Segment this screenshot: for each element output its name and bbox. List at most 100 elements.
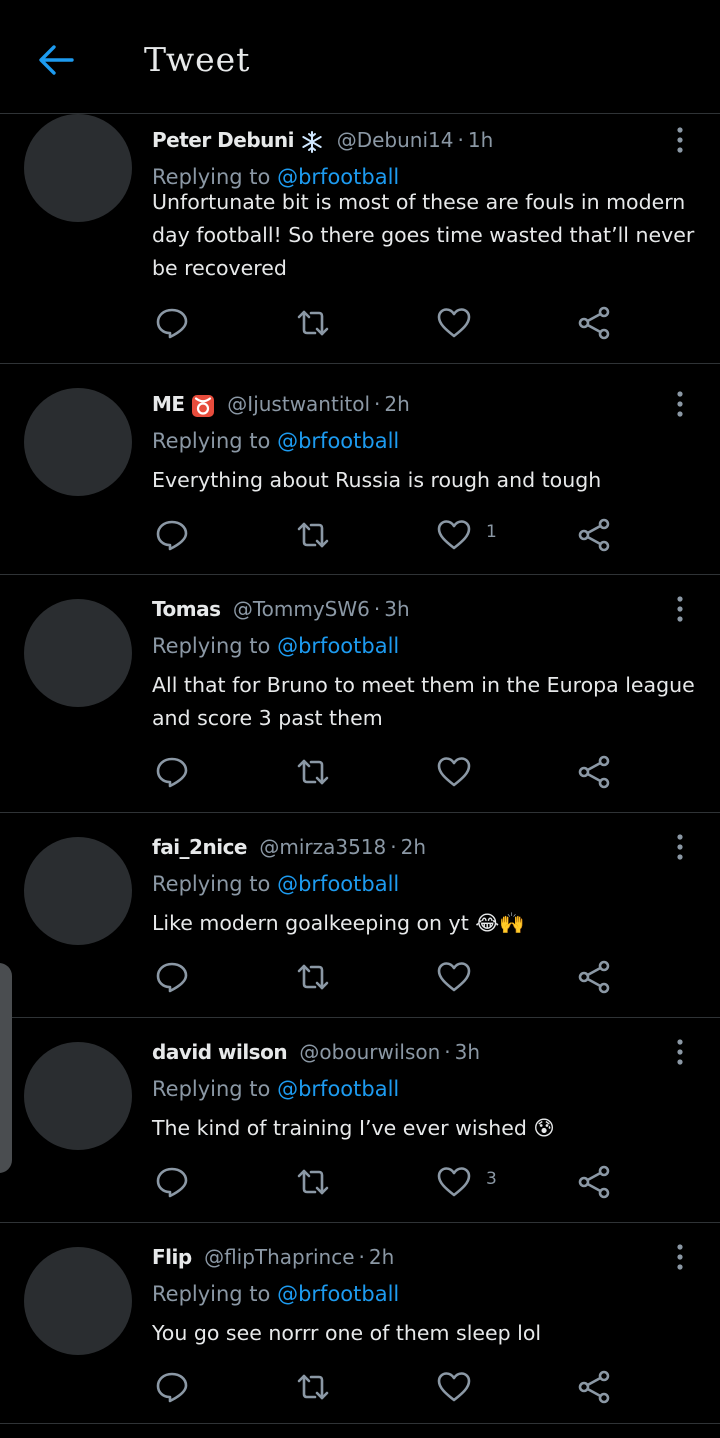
replying-to: Replying to @brfootball (152, 1075, 399, 1103)
tweet-actions: 1 (152, 517, 632, 553)
tweet-row[interactable]: Peter Debuni @Debuni14 · 1h Replying to @b… (0, 114, 720, 364)
tweet-actions (152, 1369, 632, 1405)
retweet-icon (297, 964, 329, 990)
replying-to: Replying to @brfootball (152, 870, 399, 898)
display-name[interactable]: fai_2nice (152, 835, 247, 859)
more-vertical-icon (677, 596, 683, 622)
retweet-button[interactable] (295, 305, 331, 341)
reply-button[interactable] (154, 754, 190, 790)
share-icon (578, 1370, 610, 1404)
mention-link[interactable]: @brfootball (277, 429, 399, 453)
avatar[interactable] (24, 114, 132, 222)
timestamp: 2h (400, 835, 427, 859)
separator-dot: · (457, 128, 464, 152)
like-button[interactable]: 3 (436, 1164, 497, 1200)
avatar[interactable] (24, 388, 132, 496)
share-button[interactable] (577, 959, 613, 995)
more-vertical-icon (677, 1244, 683, 1270)
share-button[interactable] (577, 1369, 613, 1405)
tweet-actions (152, 305, 632, 341)
more-vertical-icon (677, 834, 683, 860)
share-button[interactable] (577, 754, 613, 790)
mention-link[interactable]: @brfootball (277, 634, 399, 658)
avatar[interactable] (24, 599, 132, 707)
arrow-left-icon (39, 45, 74, 75)
heart-icon (437, 1372, 471, 1402)
avatar[interactable] (24, 1042, 132, 1150)
tweet-text: You go see norrr one of them sleep lol (152, 1321, 542, 1345)
tweet-row[interactable]: ME @Ijustwantitol · 2h Replying to @brfoot… (0, 364, 720, 575)
retweet-button[interactable] (295, 517, 331, 553)
share-icon (578, 1165, 610, 1199)
mention-link[interactable]: @brfootball (277, 1282, 399, 1306)
user-handle: @TommySW6 (232, 597, 370, 621)
like-button[interactable]: 1 (436, 517, 497, 553)
like-button[interactable] (436, 959, 472, 995)
like-count: 3 (486, 1169, 497, 1189)
reply-icon (156, 520, 188, 551)
more-options-button[interactable] (670, 594, 690, 624)
user-handle: @Debuni14 (336, 128, 454, 152)
separator-dot: · (358, 1245, 365, 1269)
reply-button[interactable] (154, 959, 190, 995)
tweet-row[interactable]: Flip @flipThaprince · 2h Replying to @brfo… (0, 1223, 720, 1424)
more-options-button[interactable] (670, 1242, 690, 1272)
like-button[interactable] (436, 305, 472, 341)
replying-to-label: Replying to (152, 634, 271, 658)
user-handle: @mirza3518 (259, 835, 387, 859)
more-options-button[interactable] (670, 1037, 690, 1067)
reply-button[interactable] (154, 517, 190, 553)
like-button[interactable] (436, 754, 472, 790)
more-options-button[interactable] (670, 389, 690, 419)
timestamp: 2h (384, 392, 410, 416)
share-button[interactable] (577, 1164, 613, 1200)
more-options-button[interactable] (670, 125, 690, 155)
display-name[interactable]: Tomas (152, 597, 221, 621)
avatar[interactable] (24, 837, 132, 945)
tweet-header: ME @Ijustwantitol · 2h (152, 391, 410, 417)
share-icon (578, 518, 610, 552)
tweet-row[interactable]: fai_2nice @mirza3518 · 2h Replying to @brf… (0, 813, 720, 1018)
reply-icon (156, 1167, 188, 1198)
separator-dot: · (390, 835, 397, 859)
display-name[interactable]: david wilson (152, 1040, 288, 1064)
heart-icon (437, 520, 471, 550)
mention-link[interactable]: @brfootball (277, 872, 399, 896)
more-options-button[interactable] (670, 832, 690, 862)
retweet-button[interactable] (295, 959, 331, 995)
user-handle: @Ijustwantitol (227, 392, 371, 416)
edge-scroll-handle[interactable] (0, 963, 12, 1173)
tweet-header: david wilson @obourwilson · 3h (152, 1039, 480, 1065)
tweet-header: Tomas @TommySW6 · 3h (152, 596, 410, 622)
heart-icon (437, 962, 471, 992)
reply-icon (156, 1372, 188, 1403)
tweet-text: The kind of training I’ve ever wished 😰 (152, 1116, 555, 1140)
replying-to-label: Replying to (152, 872, 271, 896)
avatar[interactable] (24, 1247, 132, 1355)
heart-icon (437, 1167, 471, 1197)
replying-to-label: Replying to (152, 429, 271, 453)
share-icon (578, 960, 610, 994)
timestamp: 2h (368, 1245, 395, 1269)
separator-dot: · (374, 392, 381, 416)
back-button[interactable] (34, 38, 78, 82)
retweet-button[interactable] (295, 1164, 331, 1200)
tweet-row[interactable]: david wilson @obourwilson · 3h Replying to… (0, 1018, 720, 1223)
reply-button[interactable] (154, 305, 190, 341)
display-name[interactable]: Peter Debuni (152, 128, 295, 152)
tweet-text: Like modern goalkeeping on yt 😂🙌 (152, 911, 525, 935)
display-name[interactable]: Flip (152, 1245, 192, 1269)
retweet-icon (297, 310, 329, 336)
display-name[interactable]: ME (152, 392, 185, 416)
tweet-actions (152, 959, 632, 995)
tweet-header: fai_2nice @mirza3518 · 2h (152, 834, 426, 860)
reply-button[interactable] (154, 1164, 190, 1200)
share-button[interactable] (577, 517, 613, 553)
reply-button[interactable] (154, 1369, 190, 1405)
retweet-button[interactable] (295, 754, 331, 790)
tweet-row[interactable]: Tomas @TommySW6 · 3h Replying to @brfootba… (0, 575, 720, 813)
like-button[interactable] (436, 1369, 472, 1405)
share-button[interactable] (577, 305, 613, 341)
retweet-button[interactable] (295, 1369, 331, 1405)
mention-link[interactable]: @brfootball (277, 1077, 399, 1101)
